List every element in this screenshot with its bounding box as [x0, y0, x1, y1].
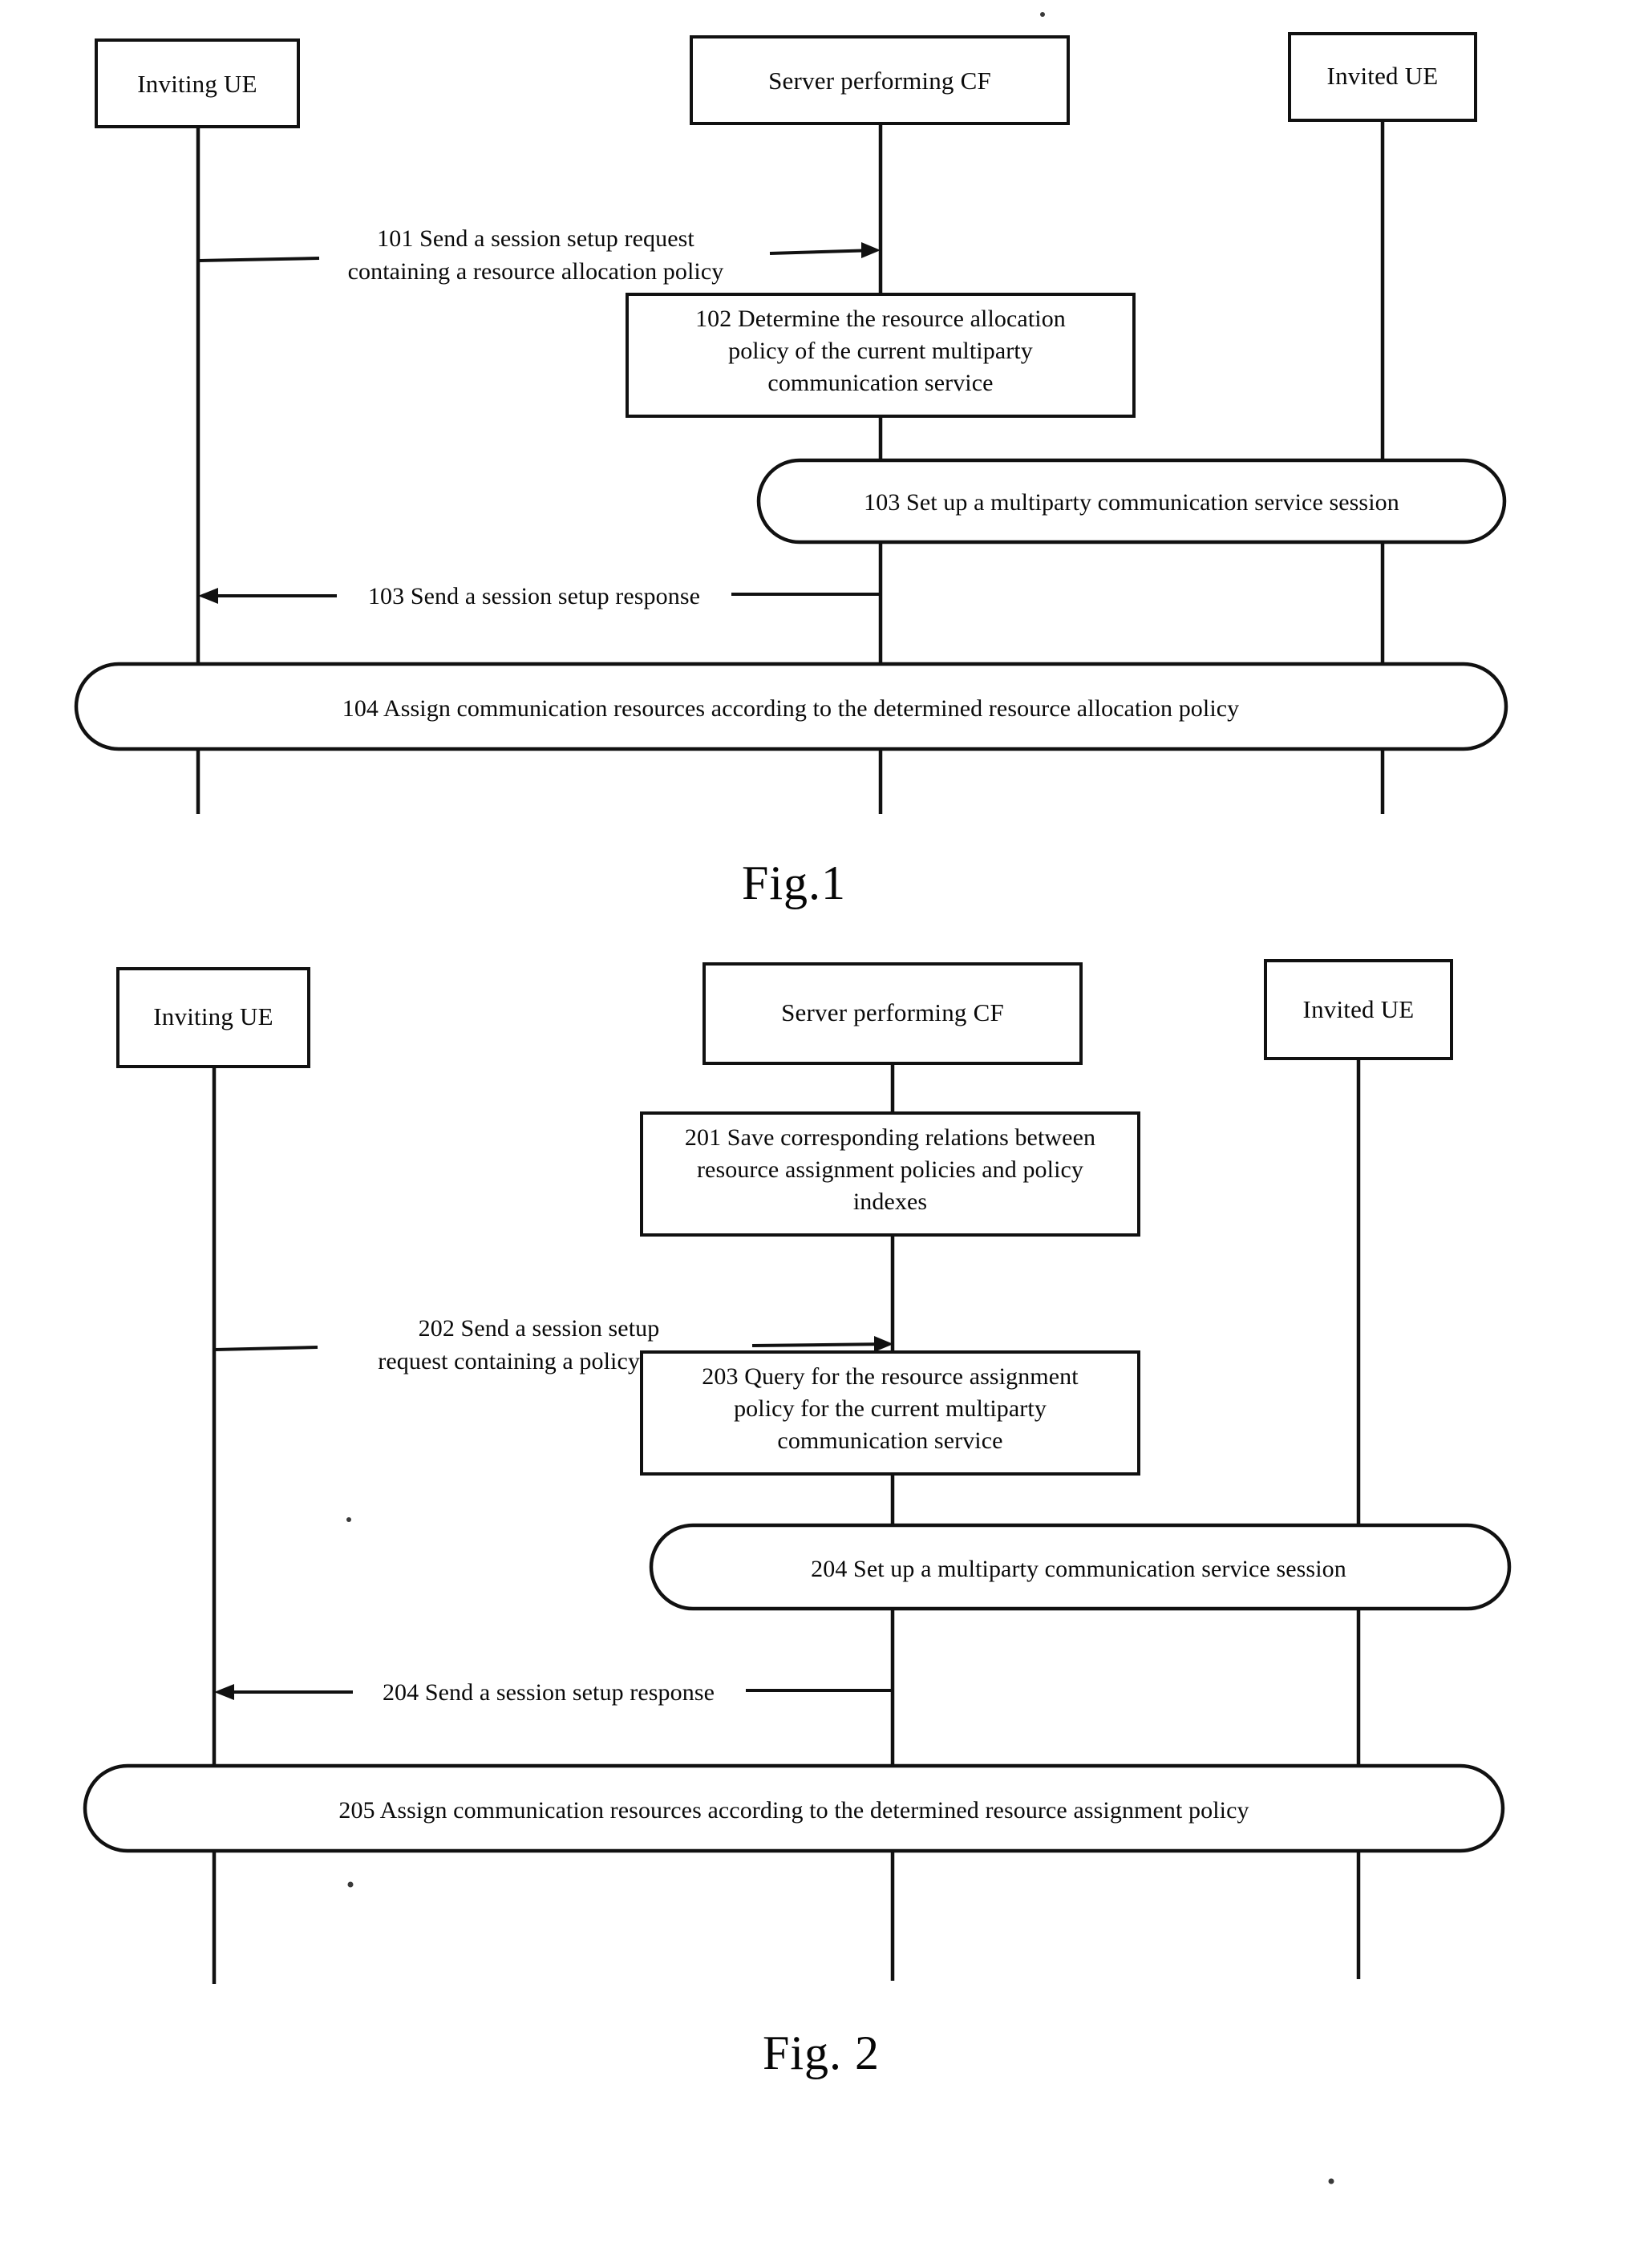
lifeline-label: Inviting UE [137, 70, 257, 98]
arrowhead-right-icon [874, 1336, 893, 1352]
process-text-line-2: policy of the current multiparty [728, 338, 1033, 364]
span-box-step-205: 205 Assign communication resources accor… [83, 1763, 1505, 1853]
process-text-line-2: policy for the current multiparty [734, 1395, 1047, 1422]
arrowhead-left-icon [214, 1684, 234, 1700]
process-text-line-3: communication service [767, 370, 993, 396]
scan-speck [346, 1517, 351, 1522]
span-box-text: 103 Set up a multiparty communication se… [864, 489, 1399, 516]
lifeline-label: Server performing CF [768, 67, 991, 95]
patent-drawing-sheet: Inviting UE Server performing CF Invited… [0, 0, 1652, 2255]
process-text-line-2: resource assignment policies and policy [697, 1156, 1083, 1183]
lifeline-label: Server performing CF [781, 998, 1004, 1026]
message-label-line-2: containing a resource allocation policy [348, 258, 724, 285]
arrowhead-left-icon [198, 588, 218, 604]
process-box-step-102: 102 Determine the resource allocation po… [626, 293, 1136, 418]
arrowhead-right-icon [861, 242, 881, 258]
process-text-line-1: 203 Query for the resource assignment [702, 1363, 1079, 1390]
message-step-103-response: 103 Send a session setup response [198, 583, 881, 609]
lifeline-inviting-ue-fig2: Inviting UE [116, 967, 310, 1068]
lifeline-label: Inviting UE [153, 1002, 273, 1030]
message-arrow-line [214, 1346, 318, 1351]
scan-speck [347, 1881, 354, 1888]
lifeline-invited-ue-fig2: Invited UE [1264, 959, 1453, 1060]
span-box-text: 204 Set up a multiparty communication se… [811, 1556, 1346, 1582]
figure-2: Inviting UE Server performing CF Invited… [83, 959, 1512, 2079]
process-text-line-3: communication service [777, 1427, 1002, 1454]
lifeline-label: Invited UE [1303, 995, 1415, 1023]
span-box-step-104: 104 Assign communication resources accor… [74, 662, 1508, 751]
message-label-line-1: 204 Send a session setup response [383, 1679, 715, 1706]
figure-1: Inviting UE Server performing CF Invited… [74, 32, 1508, 909]
process-text-line-3: indexes [853, 1188, 927, 1215]
message-label-line-1: 202 Send a session setup [419, 1315, 660, 1342]
span-box-step-204-session: 204 Set up a multiparty communication se… [649, 1523, 1512, 1611]
span-box-text: 205 Assign communication resources accor… [338, 1797, 1249, 1824]
message-label-line-1: 103 Send a session setup response [368, 583, 700, 609]
figure-caption: Fig. 2 [763, 2026, 880, 2079]
message-arrow-line [198, 257, 320, 262]
lifeline-inviting-ue-fig1: Inviting UE [95, 38, 300, 128]
lifeline-server-cf-fig1: Server performing CF [690, 35, 1070, 125]
process-box-step-203: 203 Query for the resource assignment po… [640, 1350, 1140, 1476]
message-label-line-1: 101 Send a session setup request [377, 225, 694, 252]
figure-caption: Fig.1 [742, 856, 846, 909]
process-text-line-1: 102 Determine the resource allocation [695, 306, 1066, 332]
message-arrow-line-right [769, 249, 877, 255]
message-step-101: 101 Send a session setup request contain… [198, 225, 881, 285]
process-box-step-201: 201 Save corresponding relations between… [640, 1111, 1140, 1237]
message-step-204-response: 204 Send a session setup response [214, 1679, 893, 1706]
message-arrow-line-right [751, 1342, 889, 1347]
lifeline-server-cf-fig2: Server performing CF [703, 962, 1083, 1065]
scan-speck [1328, 2178, 1334, 2184]
span-box-step-103-session: 103 Set up a multiparty communication se… [756, 458, 1507, 545]
process-text-line-1: 201 Save corresponding relations between [685, 1124, 1095, 1151]
lifeline-invited-ue-fig1: Invited UE [1288, 32, 1477, 122]
lifeline-label: Invited UE [1327, 62, 1439, 90]
span-box-text: 104 Assign communication resources accor… [342, 695, 1240, 722]
